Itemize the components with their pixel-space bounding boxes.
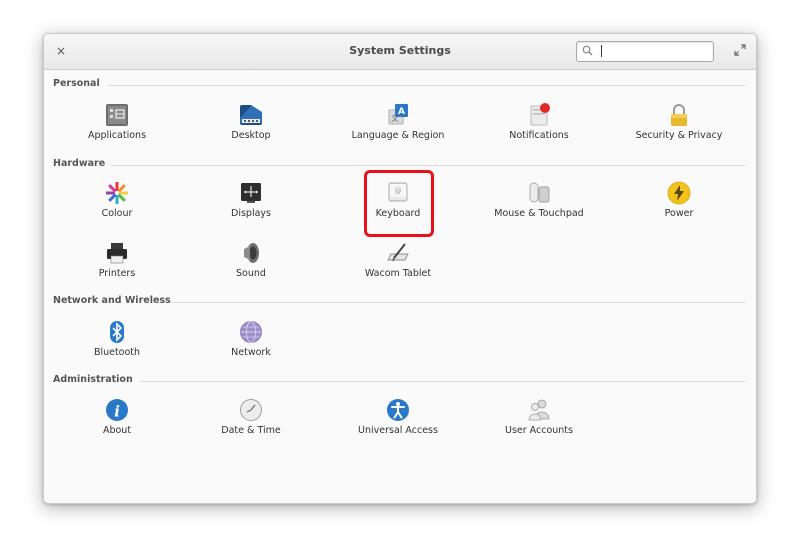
printers-icon [107,243,127,264]
item-mouse-touchpad[interactable]: Mouse & Touchpad [474,180,604,240]
section-header-network: Network and Wireless [53,295,171,306]
item-label: Power [664,208,694,219]
item-label: Desktop [231,130,271,141]
svg-text:i: i [114,403,120,421]
svg-text:A: A [398,107,405,117]
item-label: About [102,425,132,436]
item-about[interactable]: i About [52,397,182,457]
search-field[interactable] [576,41,714,62]
item-printers[interactable]: Printers [52,240,182,300]
item-label: Printers [98,268,136,279]
section-header-administration: Administration [53,374,133,385]
item-language-region[interactable]: 文 A Language & Region [333,102,463,162]
security-privacy-icon [671,104,687,126]
applications-icon [106,104,128,126]
bluetooth-icon [110,321,124,343]
item-network[interactable]: Network [186,319,316,379]
item-label: Sound [236,268,266,279]
mouse-touchpad-icon [529,182,550,203]
item-label: Network [231,347,271,358]
item-label: Security & Privacy [635,130,723,141]
maximize-icon[interactable] [734,44,746,56]
item-label: Colour [101,208,133,219]
section-divider [170,302,746,303]
power-icon [667,181,691,205]
item-label: Displays [231,208,271,219]
item-notifications[interactable]: Notifications [474,102,604,162]
network-icon [240,321,262,343]
item-label: Applications [87,130,147,141]
displays-icon [241,183,261,203]
item-wacom-tablet[interactable]: Wacom Tablet [333,240,463,300]
item-label: Mouse & Touchpad [494,208,584,219]
item-label: Language & Region [351,130,445,141]
item-label: Date & Time [221,425,281,436]
item-sound[interactable]: Sound [186,240,316,300]
highlight-box-keyboard [364,170,434,237]
item-universal-access[interactable]: Universal Access [333,397,463,457]
system-settings-window: × System Settings Personal Applications [43,33,757,504]
item-user-accounts[interactable]: User Accounts [474,397,604,457]
titlebar: × System Settings [44,34,756,70]
text-caret [601,45,602,57]
item-bluetooth[interactable]: Bluetooth [52,319,182,379]
item-security-privacy[interactable]: Security & Privacy [614,102,744,162]
item-label: User Accounts [505,425,573,436]
wacom-tablet-icon [387,243,409,262]
item-applications[interactable]: Applications [52,102,182,162]
notifications-icon [530,103,550,126]
item-power[interactable]: Power [614,180,744,240]
item-label: Universal Access [358,425,438,436]
desktop-icon [240,105,262,125]
section-divider [108,85,746,86]
search-icon [582,45,593,56]
sound-icon [244,243,259,263]
user-accounts-icon [528,399,550,421]
universal-access-icon [387,399,409,421]
item-displays[interactable]: Displays [186,180,316,240]
language-region-icon: 文 A [388,104,408,125]
search-input[interactable] [597,43,707,58]
item-desktop[interactable]: Desktop [186,102,316,162]
section-divider [140,381,746,382]
section-header-personal: Personal [53,78,100,89]
item-label: Wacom Tablet [364,268,432,279]
colour-icon [106,182,128,204]
section-divider [111,165,746,166]
item-label: Bluetooth [93,347,141,358]
about-icon: i [106,399,128,421]
item-label: Notifications [509,130,569,141]
section-header-hardware: Hardware [53,158,106,169]
item-date-time[interactable]: Date & Time [186,397,316,457]
item-colour[interactable]: Colour [52,180,182,240]
date-time-icon [240,399,262,421]
